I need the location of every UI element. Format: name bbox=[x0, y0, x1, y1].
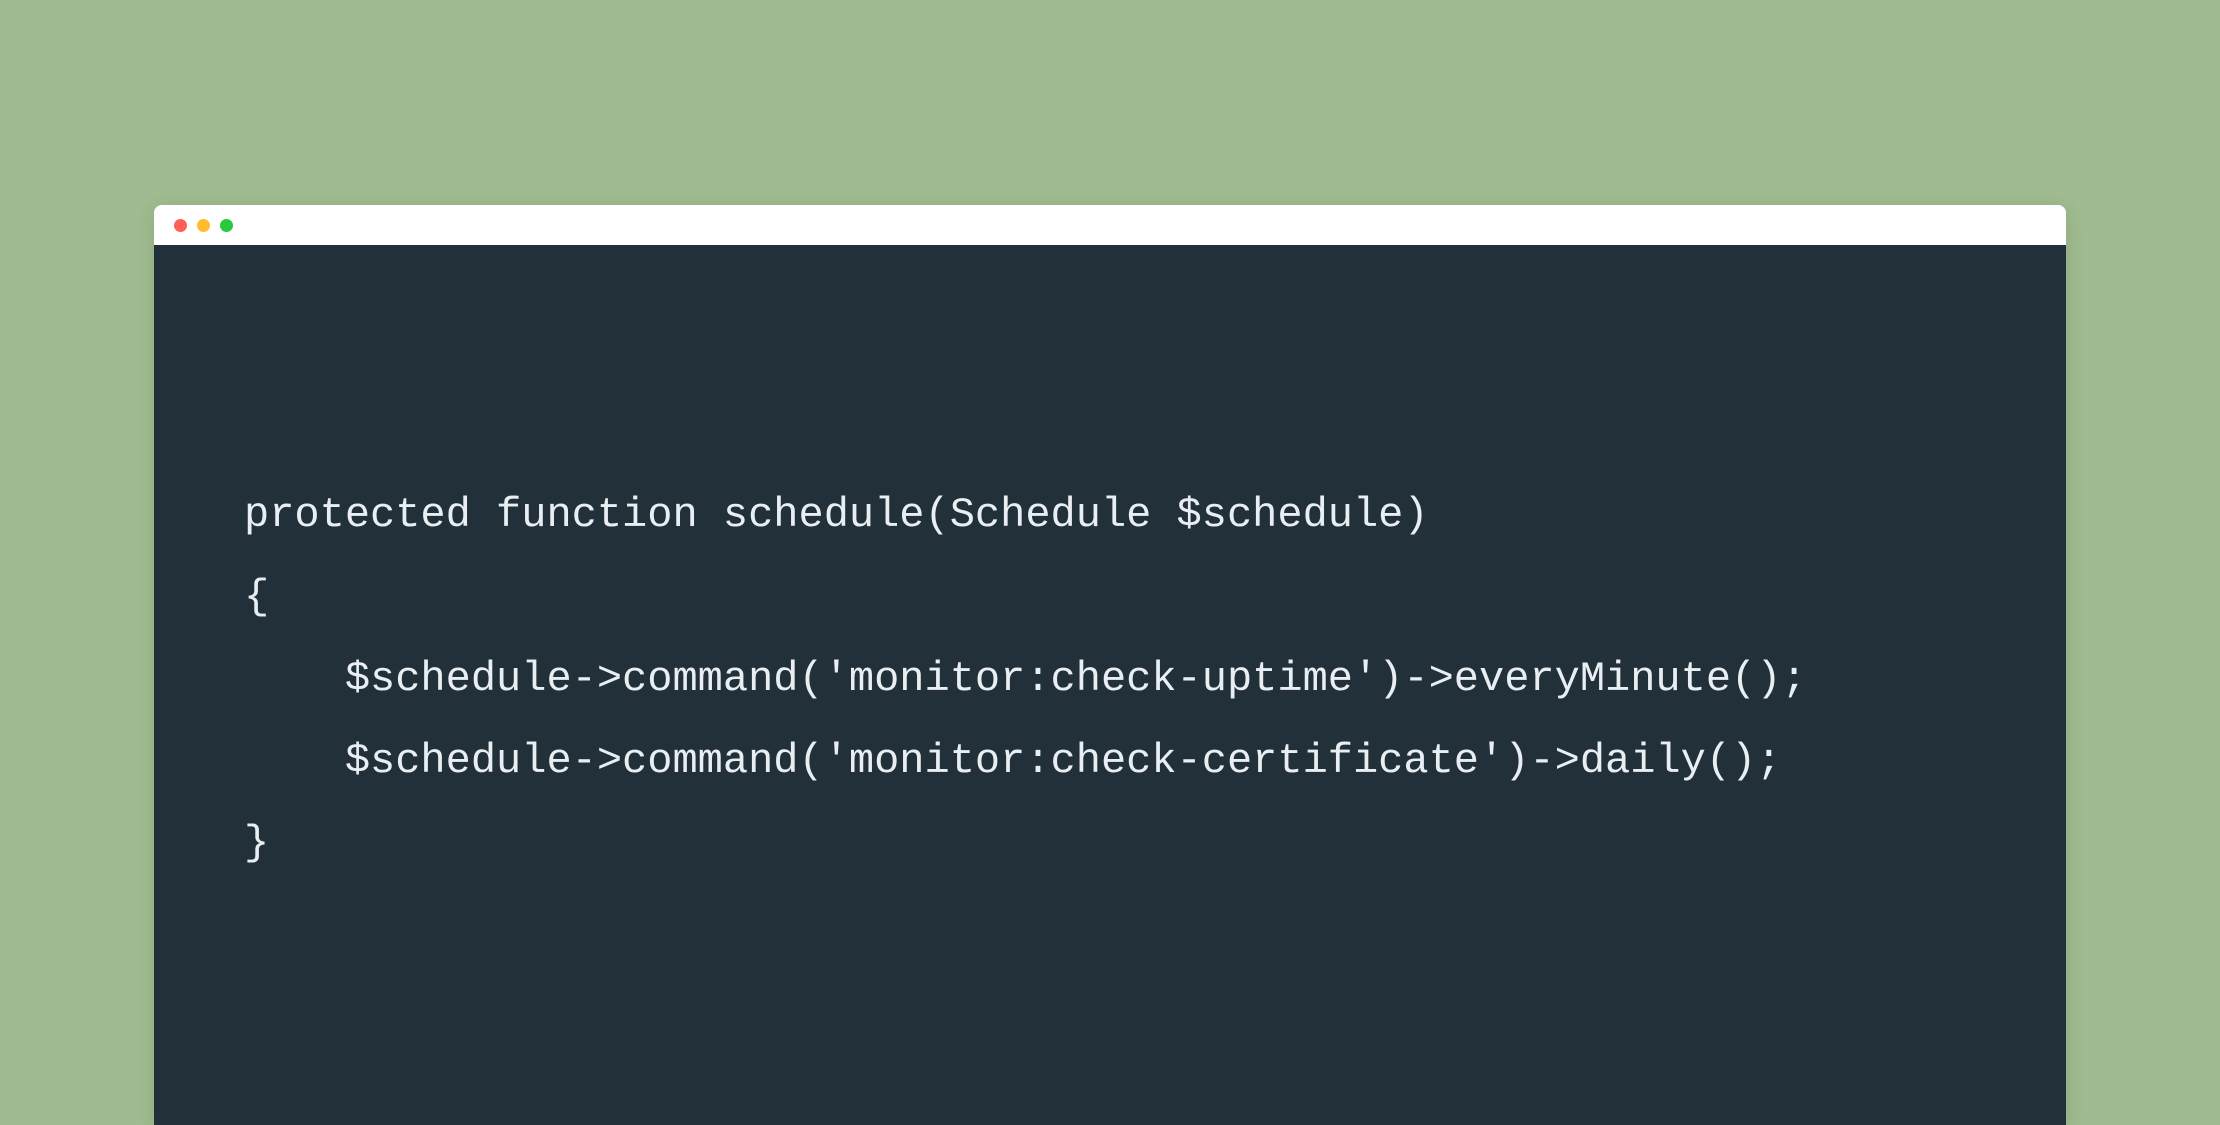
maximize-button[interactable] bbox=[220, 219, 233, 232]
code-line-2: { bbox=[244, 573, 269, 621]
minimize-button[interactable] bbox=[197, 219, 210, 232]
editor-window: protected function schedule(Schedule $sc… bbox=[154, 205, 2066, 1125]
code-line-3: $schedule->command('monitor:check-uptime… bbox=[244, 655, 1807, 703]
code-line-5: } bbox=[244, 819, 269, 867]
code-line-1: protected function schedule(Schedule $sc… bbox=[244, 491, 1429, 539]
window-titlebar bbox=[154, 205, 2066, 245]
code-content: protected function schedule(Schedule $sc… bbox=[244, 475, 1976, 884]
code-line-4: $schedule->command('monitor:check-certif… bbox=[244, 737, 1781, 785]
close-button[interactable] bbox=[174, 219, 187, 232]
code-editor[interactable]: protected function schedule(Schedule $sc… bbox=[154, 245, 2066, 1125]
